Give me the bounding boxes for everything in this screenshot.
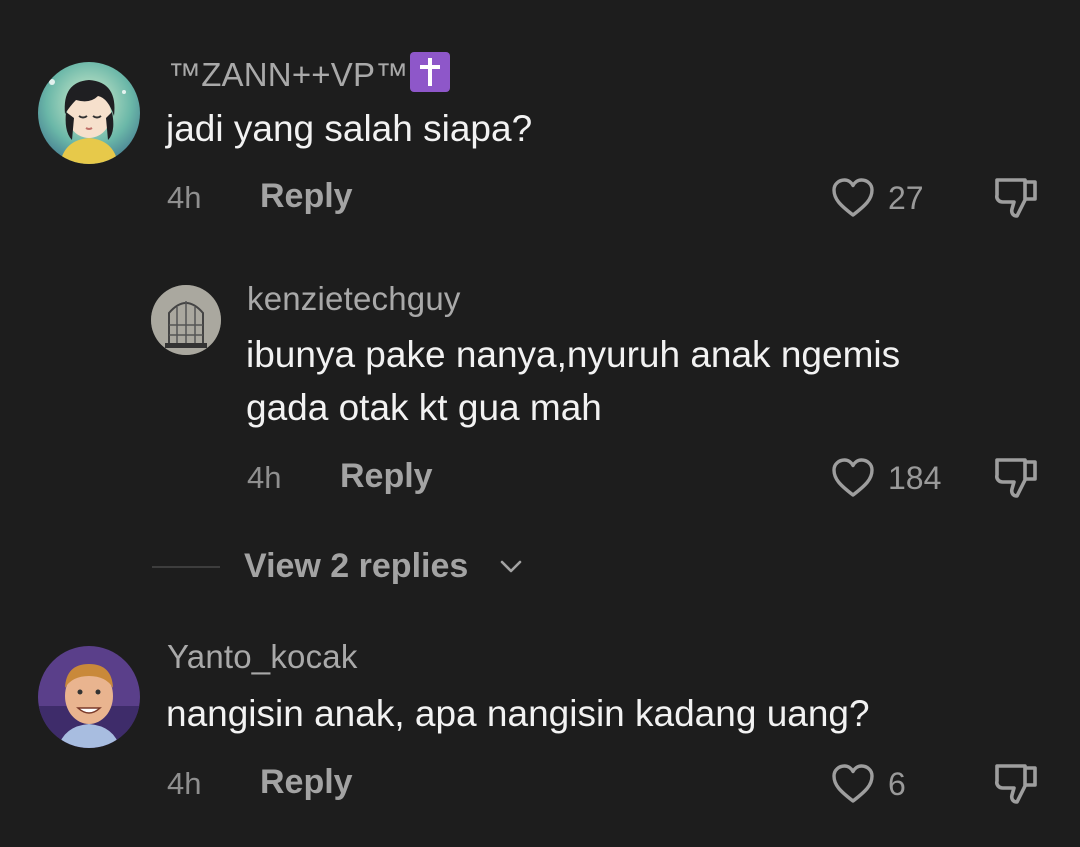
username-text: ™ZANN++VP™: [168, 56, 409, 93]
avatar-photo-image: [38, 646, 140, 748]
avatar-anime-image: [38, 62, 140, 164]
latin-cross-icon: [410, 52, 451, 92]
thumbs-down-icon[interactable]: [991, 452, 1041, 502]
reply-button[interactable]: Reply: [260, 177, 353, 216]
avatar[interactable]: [38, 62, 140, 164]
comment-timestamp: 4h: [167, 766, 202, 801]
like-count: 6: [888, 766, 906, 802]
comment-timestamp: 4h: [247, 460, 282, 495]
comment-text: ibunya pake nanya,nyuruh anak ngemis gad…: [246, 334, 901, 428]
chevron-down-icon: [500, 560, 522, 573]
divider-line: [152, 566, 220, 568]
reply-button[interactable]: Reply: [260, 763, 353, 802]
avatar[interactable]: [38, 646, 140, 748]
heart-outline-icon[interactable]: [830, 175, 876, 221]
comment-text: jadi yang salah siapa?: [166, 108, 533, 149]
comment-timestamp: 4h: [167, 180, 202, 215]
comment-username[interactable]: ™ZANN++VP™: [168, 52, 451, 94]
like-count: 184: [888, 460, 942, 496]
comment-text: nangisin anak, apa nangisin kadang uang?: [166, 693, 870, 734]
like-count: 27: [888, 180, 924, 216]
comment-username[interactable]: kenzietechguy: [247, 280, 461, 318]
thumbs-down-icon[interactable]: [991, 758, 1041, 808]
view-replies-button[interactable]: View 2 replies: [0, 540, 1080, 600]
heart-outline-icon[interactable]: [830, 455, 876, 501]
avatar[interactable]: [151, 285, 221, 355]
reply-button[interactable]: Reply: [340, 457, 433, 496]
avatar-birdcage-image: [151, 285, 221, 355]
view-replies-label: View 2 replies: [244, 547, 469, 585]
heart-outline-icon[interactable]: [830, 761, 876, 807]
thumbs-down-icon[interactable]: [991, 172, 1041, 222]
comment-username[interactable]: Yanto_kocak: [167, 638, 358, 676]
